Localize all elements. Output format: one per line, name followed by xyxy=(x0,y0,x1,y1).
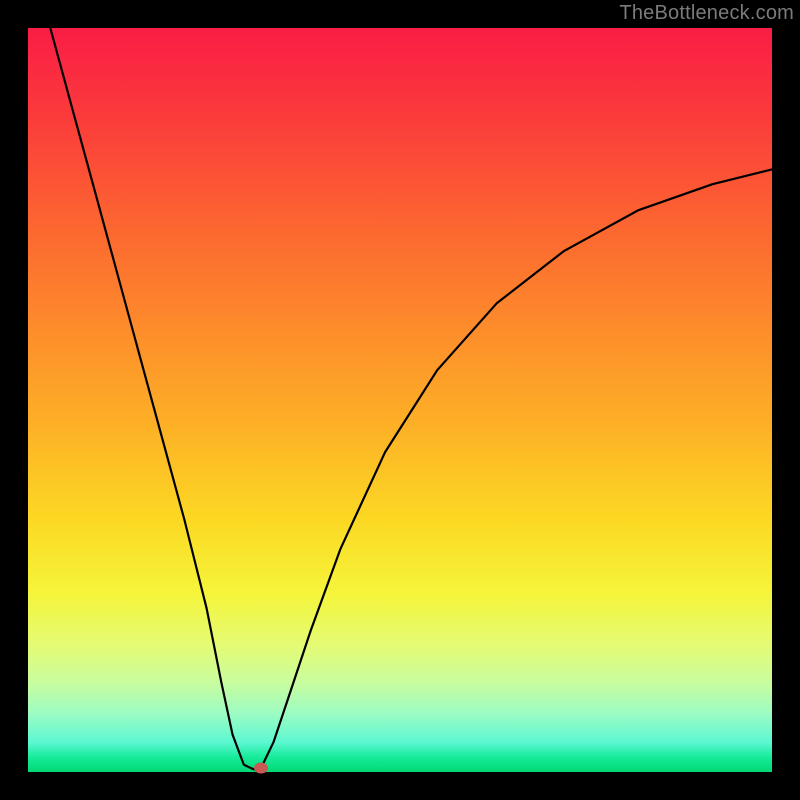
watermark-text: TheBottleneck.com xyxy=(619,2,794,25)
curve-svg xyxy=(28,28,772,772)
plot-area xyxy=(28,28,772,772)
bottleneck-curve xyxy=(50,28,772,770)
chart-frame: TheBottleneck.com xyxy=(0,0,800,800)
min-bottleneck-point-icon xyxy=(254,763,268,774)
